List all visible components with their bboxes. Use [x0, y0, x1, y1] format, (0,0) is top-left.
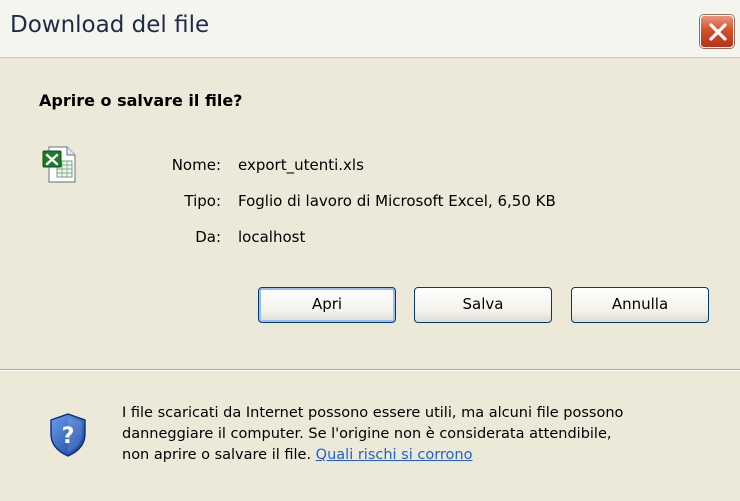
- title-bar[interactable]: Download del file: [0, 0, 740, 58]
- window-title: Download del file: [10, 12, 210, 38]
- file-source-value: localhost: [238, 228, 306, 246]
- cancel-button[interactable]: Annulla: [571, 287, 709, 323]
- warning-line-3-text: non aprire o salvare il file.: [122, 447, 312, 463]
- risks-link[interactable]: Quali rischi si corrono: [316, 447, 473, 463]
- security-warning: I file scaricati da Internet possono ess…: [122, 403, 722, 466]
- open-button[interactable]: Apri: [258, 287, 396, 323]
- warning-line-1: I file scaricati da Internet possono ess…: [122, 405, 624, 421]
- section-divider: [0, 369, 740, 371]
- save-button[interactable]: Salva: [414, 287, 552, 323]
- download-dialog: Download del file Aprire o salvare il fi…: [0, 0, 740, 501]
- svg-text:?: ?: [62, 424, 75, 449]
- file-name-value: export_utenti.xls: [238, 156, 364, 174]
- name-label: Nome:: [171, 156, 221, 174]
- shield-question-icon: ?: [48, 412, 88, 462]
- from-label: Da:: [195, 228, 221, 246]
- close-button[interactable]: [700, 15, 734, 48]
- type-label: Tipo:: [184, 192, 221, 210]
- warning-line-3: non aprire o salvare il file. Quali risc…: [122, 445, 722, 466]
- file-type-value: Foglio di lavoro di Microsoft Excel, 6,5…: [238, 192, 556, 210]
- warning-line-2: danneggiare il computer. Se l'origine no…: [122, 426, 612, 442]
- excel-file-icon: [40, 144, 80, 188]
- dialog-question: Aprire o salvare il file?: [39, 91, 243, 110]
- close-icon: [709, 23, 727, 41]
